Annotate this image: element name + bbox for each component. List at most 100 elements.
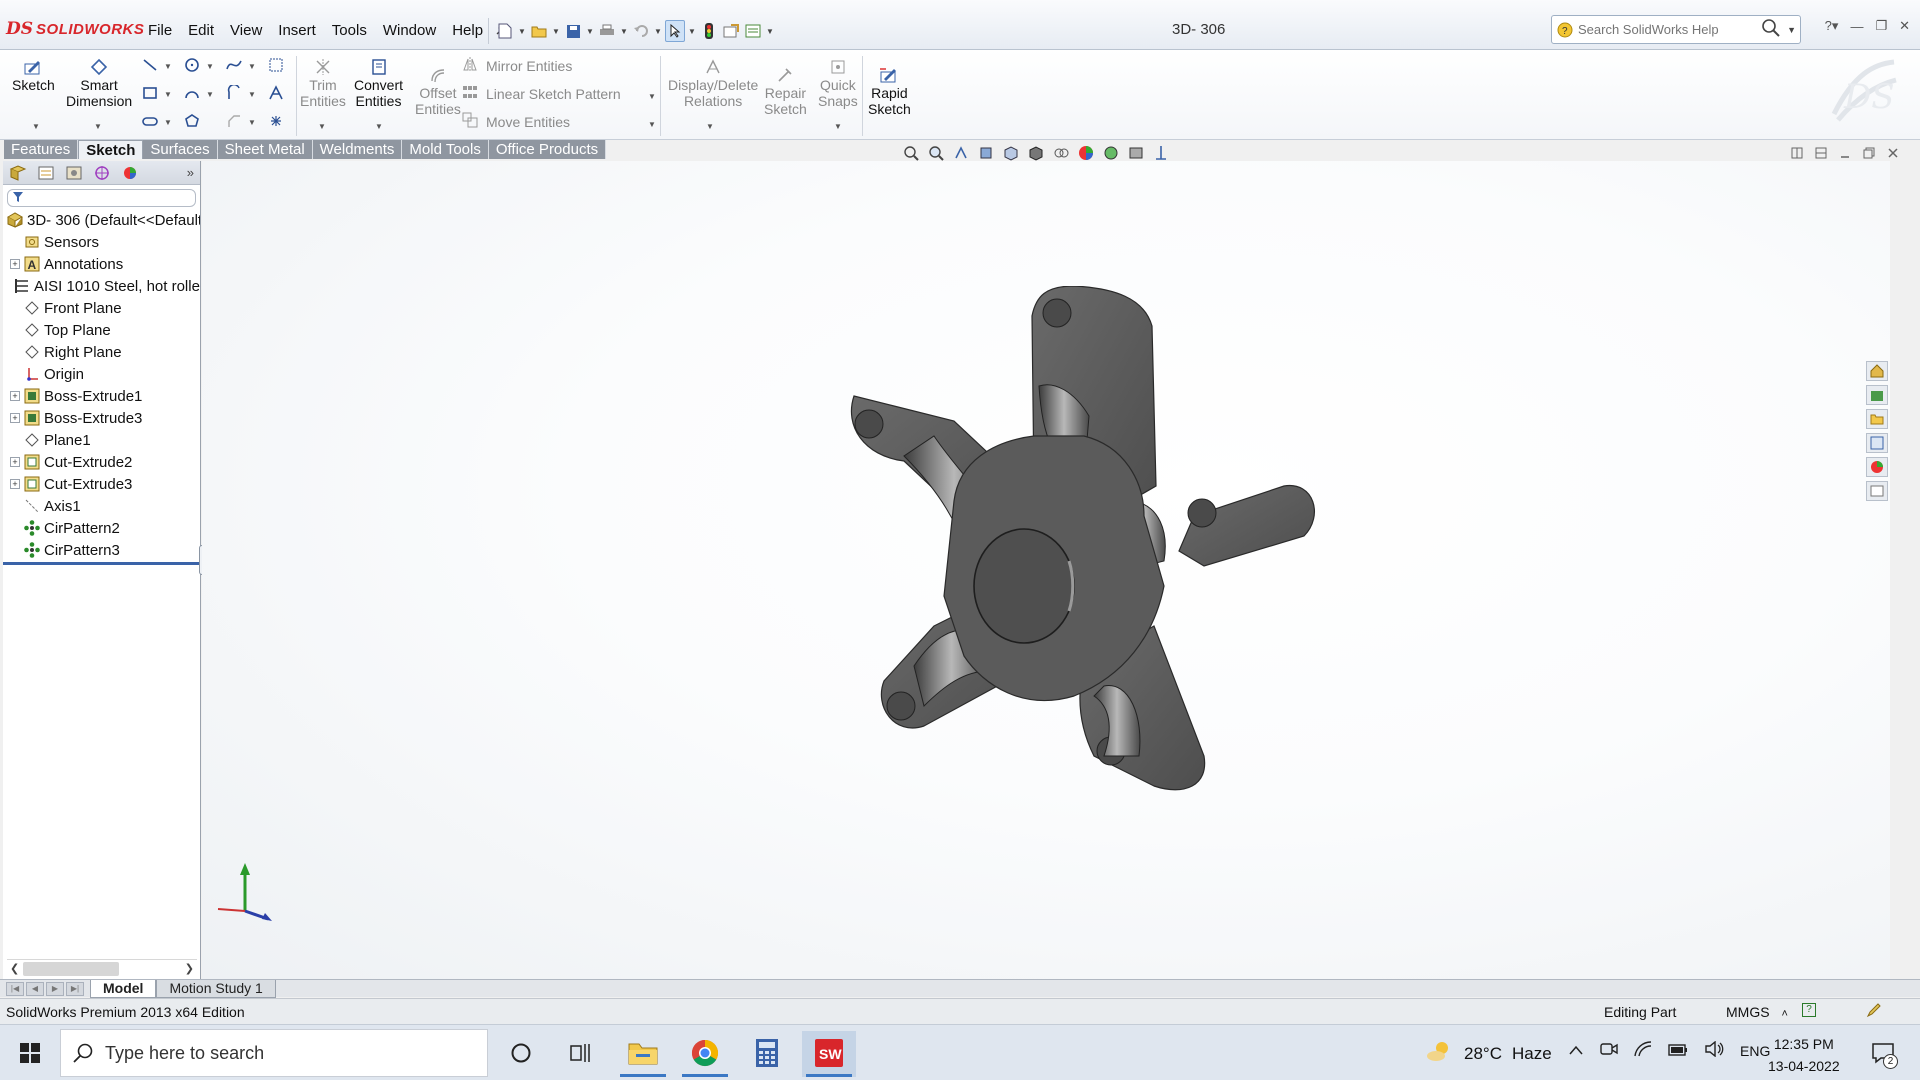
convert-dropdown-icon[interactable]: ▼ <box>375 122 383 131</box>
smart-dimension-button[interactable]: Smart Dimension <box>66 54 132 109</box>
sketch-fillet-icon[interactable] <box>224 82 244 104</box>
rebuild-status-icon[interactable] <box>1866 1002 1882 1021</box>
tab-surfaces[interactable]: Surfaces <box>143 140 218 159</box>
property-manager-tab-icon[interactable] <box>35 163 57 183</box>
line-dropdown-icon[interactable]: ▼ <box>164 62 172 71</box>
volume-icon[interactable] <box>1704 1040 1724 1060</box>
tree-item-boss-extrude1[interactable]: + Boss-Extrude1 <box>3 385 200 407</box>
tree-item-cut-extrude3[interactable]: + Cut-Extrude3 <box>3 473 200 495</box>
circle-dropdown-icon[interactable]: ▼ <box>206 62 214 71</box>
rectangle-dropdown-icon[interactable]: ▼ <box>164 90 172 99</box>
chamfer-dropdown-icon[interactable]: ▼ <box>248 118 256 127</box>
quick-snaps-button[interactable]: Quick Snaps <box>818 54 858 109</box>
save-icon[interactable] <box>563 20 583 42</box>
triad-view-icon[interactable] <box>1152 144 1170 162</box>
close-icon[interactable]: ✕ <box>1899 18 1910 34</box>
tab-features[interactable]: Features <box>4 140 79 159</box>
menu-view[interactable]: View <box>222 22 270 39</box>
snaps-dropdown-icon[interactable]: ▼ <box>834 122 842 131</box>
expand-toggle[interactable]: + <box>10 413 20 423</box>
tree-horizontal-scrollbar[interactable]: ❮ ❯ <box>7 959 197 977</box>
tray-chevron-up-icon[interactable] <box>1568 1043 1584 1059</box>
select-dropdown-icon[interactable]: ▼ <box>687 27 697 36</box>
viewport-close-icon[interactable] <box>1886 146 1900 160</box>
new-document-icon[interactable] <box>495 20 515 42</box>
tree-item-front-plane[interactable]: Front Plane <box>3 297 200 319</box>
undo-icon[interactable] <box>631 20 651 42</box>
graphics-area[interactable] <box>202 161 1890 979</box>
expand-toggle[interactable]: + <box>10 479 20 489</box>
expand-toggle[interactable]: + <box>10 259 20 269</box>
tree-item-top-plane[interactable]: Top Plane <box>3 319 200 341</box>
search-magnifier-icon[interactable] <box>1761 18 1781 41</box>
task-view-button[interactable] <box>554 1031 608 1077</box>
view-orientation-icon[interactable] <box>1002 144 1020 162</box>
taskbar-calculator[interactable] <box>740 1031 794 1077</box>
menu-help[interactable]: Help <box>444 22 491 39</box>
slot-icon[interactable] <box>140 110 160 132</box>
tab-weldments[interactable]: Weldments <box>312 140 403 159</box>
tree-item-sensors[interactable]: Sensors <box>3 231 200 253</box>
rapid-sketch-button[interactable]: Rapid Sketch <box>868 62 911 117</box>
two-view-icon[interactable] <box>1814 146 1828 160</box>
save-dropdown-icon[interactable]: ▼ <box>585 27 595 36</box>
print-dropdown-icon[interactable]: ▼ <box>619 27 629 36</box>
text-icon[interactable] <box>266 82 286 104</box>
display-grid-icon[interactable] <box>266 54 286 76</box>
arc-dropdown-icon[interactable]: ▼ <box>206 90 214 99</box>
spline-icon[interactable] <box>224 54 244 76</box>
minimize-icon[interactable]: — <box>1850 19 1863 34</box>
zoom-to-area-icon[interactable] <box>927 144 945 162</box>
relations-dropdown-icon[interactable]: ▼ <box>706 122 714 131</box>
quick-tips-icon[interactable]: ? <box>1802 1003 1816 1017</box>
menu-file[interactable]: File <box>140 22 180 39</box>
taskbar-solidworks[interactable]: SW <box>802 1031 856 1077</box>
scroll-right-icon[interactable]: ❯ <box>185 962 194 975</box>
tab-sheet-metal[interactable]: Sheet Metal <box>217 140 313 159</box>
taskbar-clock[interactable]: 12:35 PM 13-04-2022 <box>1768 1033 1840 1077</box>
print-icon[interactable] <box>597 20 617 42</box>
repair-sketch-button[interactable]: Repair Sketch <box>764 62 807 117</box>
restore-icon[interactable]: ❐ <box>1875 18 1887 34</box>
custom-properties-icon[interactable] <box>1866 481 1888 501</box>
view-palette-icon[interactable] <box>1866 433 1888 453</box>
viewport-minimize-icon[interactable] <box>1838 146 1852 160</box>
tree-item-part[interactable]: 3D- 306 (Default<<Default>_Display State… <box>3 209 200 231</box>
tab-sketch[interactable]: Sketch <box>78 140 144 159</box>
tree-item-right-plane[interactable]: Right Plane <box>3 341 200 363</box>
menu-insert[interactable]: Insert <box>270 22 324 39</box>
dimxpert-tab-icon[interactable] <box>91 163 113 183</box>
display-manager-tab-icon[interactable] <box>119 163 141 183</box>
tab-mold-tools[interactable]: Mold Tools <box>402 140 489 159</box>
pattern-dropdown-icon[interactable]: ▼ <box>648 92 656 101</box>
spline-dropdown-icon[interactable]: ▼ <box>248 62 256 71</box>
configuration-manager-tab-icon[interactable] <box>63 163 85 183</box>
start-button[interactable] <box>10 1039 50 1069</box>
meet-now-icon[interactable] <box>1600 1041 1618 1060</box>
file-explorer-icon[interactable] <box>1866 409 1888 429</box>
single-view-icon[interactable] <box>1790 146 1804 160</box>
mirror-entities-button[interactable]: Mirror Entities <box>462 56 572 75</box>
display-style-icon[interactable] <box>1027 144 1045 162</box>
circle-icon[interactable] <box>182 54 202 76</box>
dimension-dropdown-icon[interactable]: ▼ <box>94 122 102 131</box>
point-icon[interactable] <box>266 110 286 132</box>
viewport-restore-icon[interactable] <box>1862 146 1876 160</box>
tree-item-boss-extrude3[interactable]: + Boss-Extrude3 <box>3 407 200 429</box>
rebuild-icon[interactable] <box>699 20 719 42</box>
weather-widget[interactable]: 28°C Haze <box>1426 1039 1552 1068</box>
previous-view-icon[interactable] <box>952 144 970 162</box>
trim-entities-button[interactable]: Trim Entities <box>300 54 346 109</box>
prev-tab-icon[interactable]: ◀ <box>26 981 44 996</box>
scroll-thumb[interactable] <box>23 961 119 976</box>
first-tab-icon[interactable]: |◀ <box>6 981 24 996</box>
tree-item-material[interactable]: AISI 1010 Steel, hot rolled bar <box>3 275 200 297</box>
tree-item-cirpattern2[interactable]: CirPattern2 <box>3 517 200 539</box>
undo-dropdown-icon[interactable]: ▼ <box>653 27 663 36</box>
tab-office-products[interactable]: Office Products <box>488 140 607 159</box>
battery-icon[interactable] <box>1668 1043 1688 1059</box>
help-icon[interactable]: ?▾ <box>1825 18 1839 34</box>
tree-filter-box[interactable] <box>7 189 196 207</box>
edit-appearance-icon[interactable] <box>1077 144 1095 162</box>
next-tab-icon[interactable]: ▶ <box>46 981 64 996</box>
